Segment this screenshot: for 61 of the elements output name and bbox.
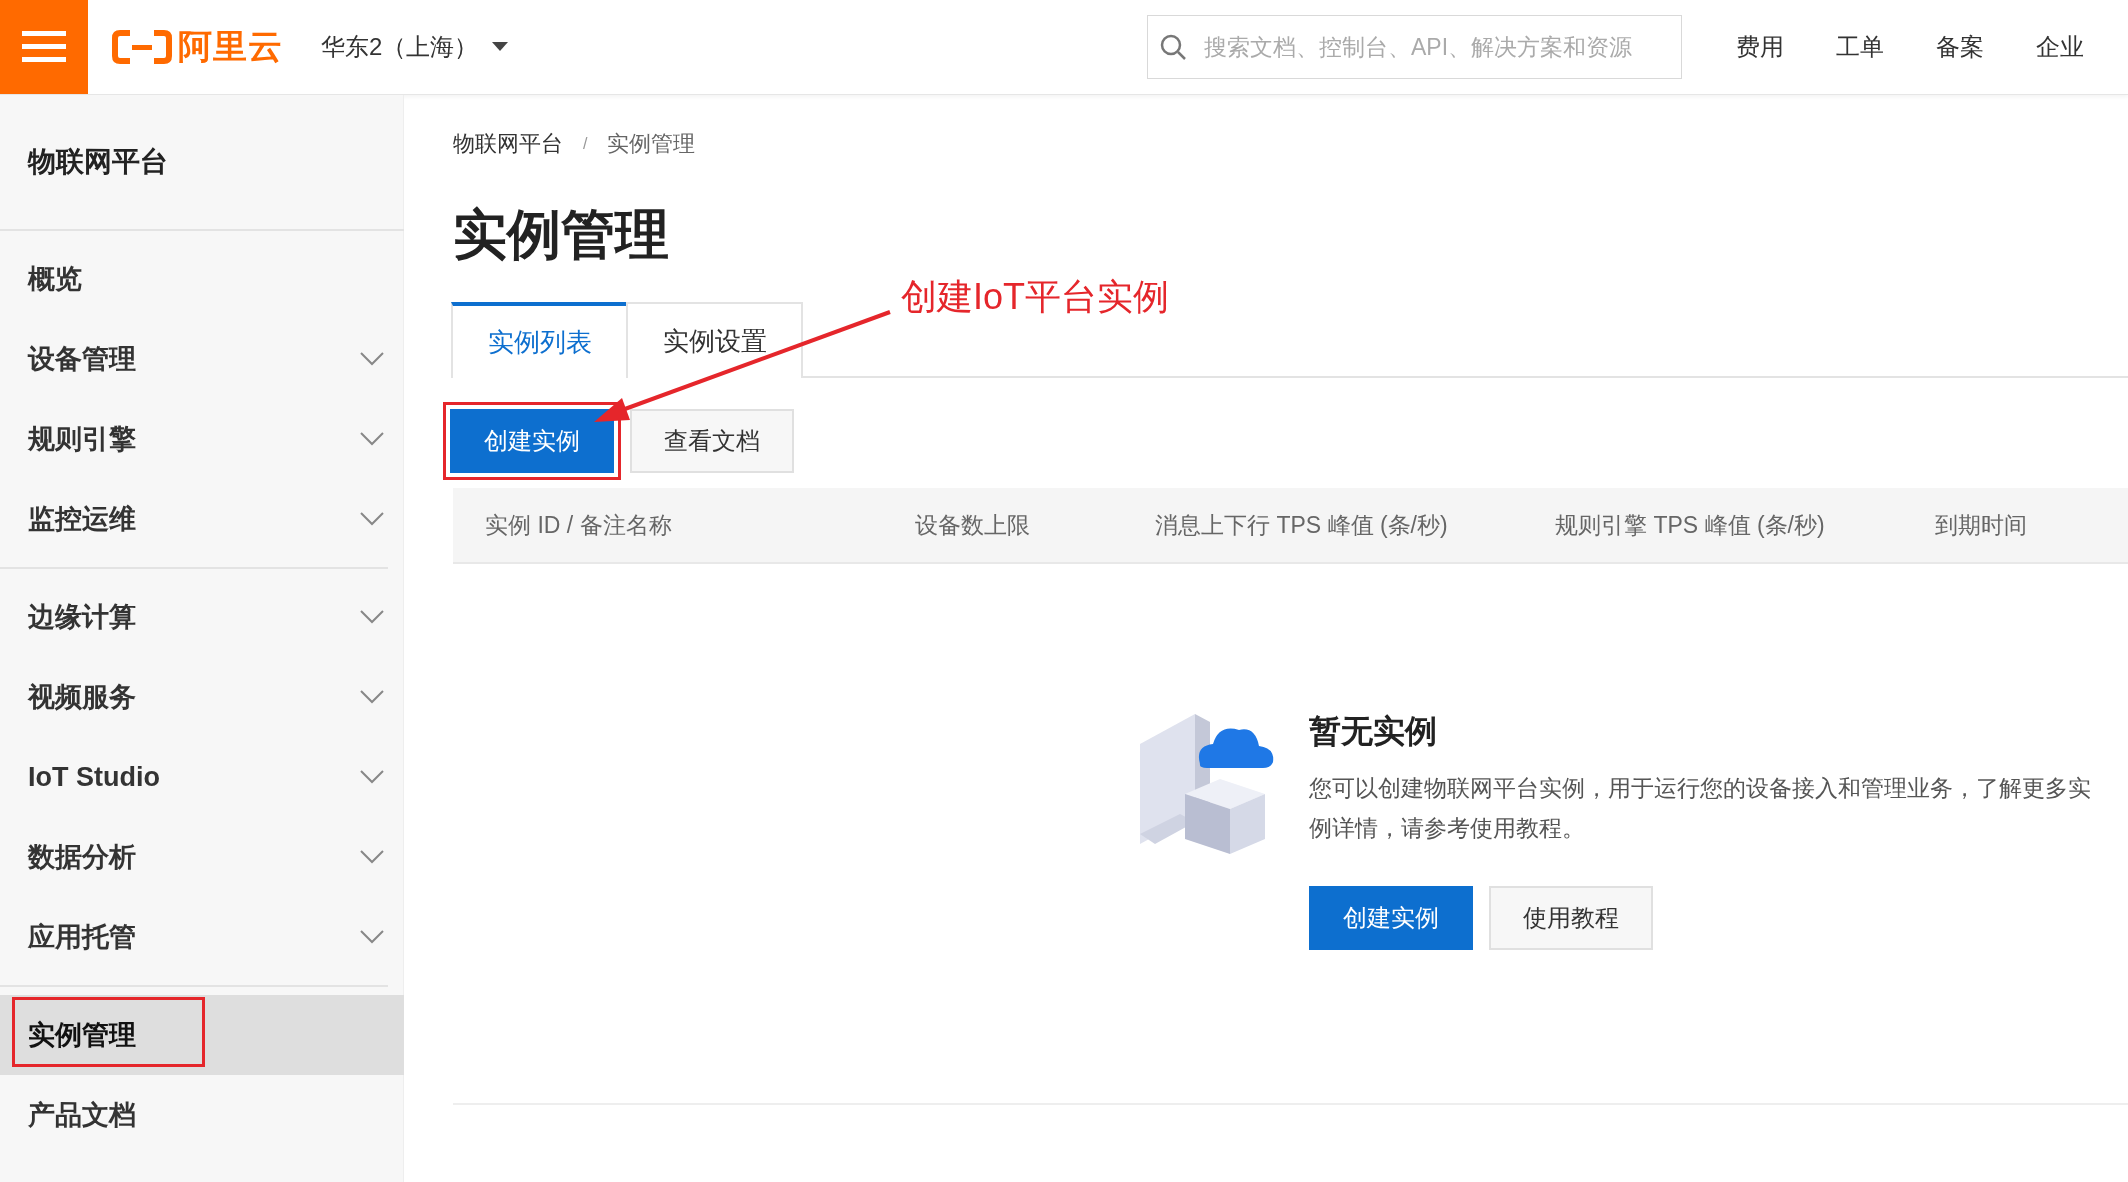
sidebar-item-label: 应用托管 [28, 921, 136, 954]
breadcrumb-item[interactable]: 物联网平台 [453, 129, 563, 159]
menu-button[interactable] [0, 0, 88, 94]
sidebar-title: 物联网平台 [0, 95, 404, 231]
sidebar-item-label: 数据分析 [28, 841, 136, 874]
sidebar-item[interactable]: IoT Studio [0, 737, 404, 817]
column-header: 消息上下行 TPS 峰值 (条/秒) [1155, 510, 1449, 540]
chevron-down-icon [360, 512, 384, 526]
sidebar-item[interactable]: 监控运维 [0, 479, 404, 559]
sidebar-item-label: 实例管理 [28, 1019, 136, 1052]
sidebar-item-label: 边缘计算 [28, 601, 136, 634]
toolbar-button[interactable]: 创建实例 [450, 409, 614, 473]
tab[interactable]: 实例列表 [451, 302, 628, 378]
chevron-down-icon [360, 930, 384, 944]
annotation-text: 创建IoT平台实例 [901, 275, 1169, 319]
sidebar-item-label: IoT Studio [28, 761, 160, 793]
sidebar-item[interactable]: 应用托管 [0, 897, 404, 977]
sidebar-item[interactable]: 概览 [0, 239, 404, 319]
column-header: 到期时间 [1935, 510, 2028, 540]
nav-link[interactable]: 费用 [1710, 31, 1810, 63]
sidebar-item[interactable]: 设备管理 [0, 319, 404, 399]
empty-description: 您可以创建物联网平台实例，用于运行您的设备接入和管理业务，了解更多实例详情，请参考使用教程。 [1309, 774, 2092, 843]
sidebar-item[interactable]: 边缘计算 [0, 577, 404, 657]
caret-icon [492, 42, 509, 52]
chevron-down-icon [360, 770, 384, 784]
nav-link[interactable]: 企业 [2010, 31, 2110, 63]
page-title: 实例管理 [453, 203, 670, 266]
search-field[interactable]: 搜索文档、控制台、API、解决方案和资源 [1147, 15, 1682, 79]
chevron-down-icon [360, 610, 384, 624]
nav-link[interactable]: 备案 [1910, 31, 2010, 63]
sidebar-item-label: 监控运维 [28, 503, 136, 536]
column-header: 设备数上限 [915, 510, 1031, 540]
region-dropdown[interactable]: 华东2（上海） [321, 31, 509, 63]
sidebar-item-label: 规则引擎 [28, 423, 136, 456]
breadcrumb-separator: / [583, 135, 588, 153]
sidebar-item-label: 设备管理 [28, 343, 136, 376]
chevron-down-icon [360, 352, 384, 366]
empty-title: 暂无实例 [1309, 712, 1438, 751]
chevron-down-icon [360, 432, 384, 446]
nav-link[interactable]: 工单 [1810, 31, 1910, 63]
menu-icon [22, 31, 66, 63]
chevron-down-icon [360, 850, 384, 864]
chevron-down-icon [360, 690, 384, 704]
sidebar-item[interactable]: 实例管理 [0, 995, 404, 1075]
toolbar-button[interactable]: 查看文档 [630, 409, 794, 473]
sidebar-item[interactable]: 数据分析 [0, 817, 404, 897]
sidebar-item-label: 产品文档 [28, 1099, 136, 1132]
column-header: 规则引擎 TPS 峰值 (条/秒) [1555, 510, 1826, 540]
breadcrumb-item: 实例管理 [607, 130, 696, 158]
sidebar-item[interactable]: 规则引擎 [0, 399, 404, 479]
sidebar-item[interactable]: 视频服务 [0, 657, 404, 737]
logo-text: 阿里云 [178, 26, 283, 67]
tab[interactable]: 实例设置 [626, 302, 803, 378]
column-header: 实例 ID / 备注名称 [484, 510, 673, 540]
search-icon [1159, 33, 1187, 61]
empty-action-button[interactable]: 使用教程 [1489, 886, 1653, 950]
sidebar-item-label: 视频服务 [28, 681, 136, 714]
logo-icon [112, 30, 172, 64]
empty-action-button[interactable]: 创建实例 [1309, 886, 1473, 950]
sidebar-item[interactable]: 产品文档 [0, 1075, 404, 1155]
sidebar-item-label: 概览 [28, 263, 82, 296]
